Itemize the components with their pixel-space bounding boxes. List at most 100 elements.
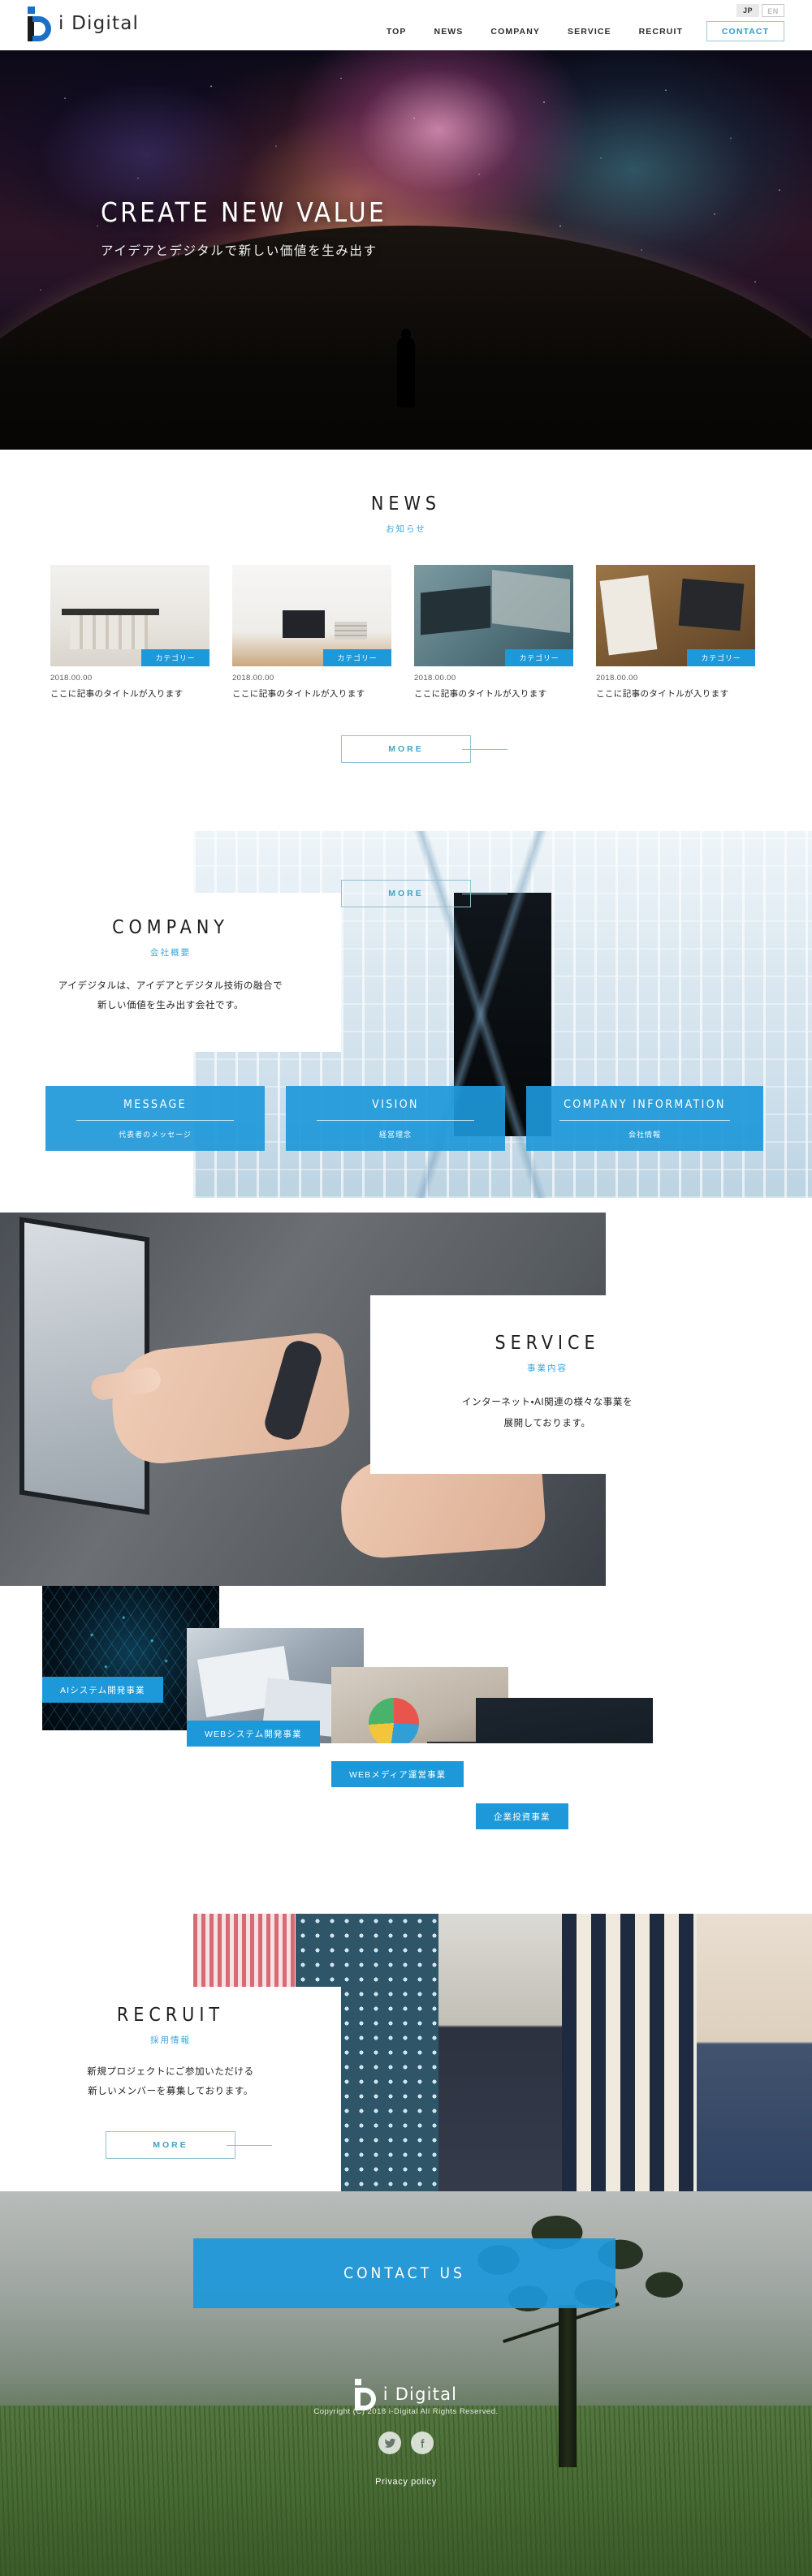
- recruit-text-card: RECRUIT 採用情報 新規プロジェクトにご参加いただける 新しいメンバーを募…: [0, 1987, 341, 2191]
- news-category-badge: カテゴリー: [687, 649, 755, 666]
- news-date: 2018.00.00: [232, 674, 274, 683]
- service-tile-web-media-label: WEBメディア運営事業: [331, 1761, 464, 1787]
- service-tile-investment-label: 企業投資事業: [476, 1803, 568, 1829]
- news-thumbnail[interactable]: カテゴリー: [596, 565, 755, 666]
- logo-text: i Digital: [58, 13, 140, 34]
- news-date: 2018.00.00: [50, 674, 93, 683]
- logo-dot-shape: [28, 6, 35, 14]
- lang-jp-button[interactable]: JP: [736, 4, 759, 17]
- logo-icon: [28, 6, 51, 41]
- company-button-message-en: MESSAGE: [123, 1097, 187, 1111]
- twitter-icon[interactable]: [378, 2432, 401, 2454]
- company-button-vision-en: VISION: [372, 1097, 419, 1111]
- service-description-line1: インターネット・AI関連の様々な事業を: [461, 1398, 633, 1407]
- recruit-heading-group: RECRUIT 採用情報: [0, 2005, 341, 2046]
- news-thumbnail[interactable]: カテゴリー: [414, 565, 573, 666]
- recruit-person-4: [562, 1914, 697, 2191]
- news-card[interactable]: カテゴリー 2018.00.00 ここに記事のタイトルが入ります: [50, 565, 209, 700]
- hero-title: CREATE NEW VALUE: [101, 196, 387, 228]
- company-button-information[interactable]: COMPANY INFORMATION 会社情報: [526, 1086, 763, 1151]
- nav-item-recruit[interactable]: RECRUIT: [625, 27, 697, 37]
- footer-logo-text: i Digital: [382, 2384, 458, 2404]
- site-header: i Digital JP EN TOP NEWS COMPANY SERVICE…: [0, 0, 812, 50]
- service-description-line2: 展開しております。: [503, 1418, 591, 1428]
- company-section: COMPANY 会社概要 アイデジタルは、アイデアとデジタル技術の融合で 新しい…: [0, 816, 812, 1198]
- service-tile-web-system-label: WEBシステム開発事業: [187, 1721, 320, 1747]
- facebook-icon[interactable]: [411, 2432, 434, 2454]
- primary-navigation[interactable]: TOP NEWS COMPANY SERVICE RECRUIT CONTACT: [373, 21, 784, 41]
- contact-us-button[interactable]: CONTACT US: [193, 2238, 615, 2308]
- company-button-vision-ja: 経営理念: [378, 1130, 412, 1139]
- nav-item-top[interactable]: TOP: [373, 27, 421, 37]
- copyright-text: Copyright (C) 2018 i-Digital All Rights …: [313, 2407, 499, 2416]
- hero-subtitle: アイデアとデジタルで新しい価値を生み出す: [101, 244, 378, 258]
- news-heading-group: NEWS お知らせ: [0, 493, 812, 535]
- news-more-button[interactable]: MORE: [341, 735, 508, 763]
- company-button-group: MESSAGE 代表者のメッセージ VISION 経営理念 COMPANY IN…: [45, 1086, 793, 1151]
- news-heading-ja: お知らせ: [386, 524, 426, 534]
- footer-logo[interactable]: i Digital: [0, 2378, 812, 2410]
- company-text-card: COMPANY 会社概要 アイデジタルは、アイデアとデジタル技術の融合で 新しい…: [0, 893, 341, 1052]
- company-description-line2: 新しい価値を生み出す会社です。: [97, 1000, 244, 1010]
- company-heading-group: COMPANY 会社概要: [0, 917, 341, 958]
- news-card[interactable]: カテゴリー 2018.00.00 ここに記事のタイトルが入ります: [414, 565, 573, 700]
- site-footer: i Digital Privacy policy: [0, 2378, 812, 2487]
- language-switcher[interactable]: JP EN: [736, 4, 784, 17]
- footer-logo-icon: [354, 2378, 376, 2410]
- news-date: 2018.00.00: [414, 674, 456, 683]
- recruit-person-5: [697, 1914, 812, 2191]
- privacy-policy-link[interactable]: Privacy policy: [0, 2477, 812, 2487]
- nav-item-company[interactable]: COMPANY: [477, 27, 554, 37]
- news-title[interactable]: ここに記事のタイトルが入ります: [50, 687, 209, 700]
- company-button-information-ja: 会社情報: [628, 1130, 661, 1139]
- hero-section: CREATE NEW VALUE アイデアとデジタルで新しい価値を生み出す: [0, 50, 812, 450]
- nav-item-service[interactable]: SERVICE: [554, 27, 625, 37]
- nav-item-news[interactable]: NEWS: [421, 27, 477, 37]
- lang-en-button[interactable]: EN: [762, 4, 784, 17]
- hero-copy: CREATE NEW VALUE アイデアとデジタルで新しい価値を生み出す: [101, 196, 387, 259]
- pie-chart-icon: [369, 1698, 419, 1748]
- divider: [559, 1119, 731, 1121]
- company-button-message-ja: 代表者のメッセージ: [119, 1130, 192, 1139]
- news-thumbnail[interactable]: カテゴリー: [50, 565, 209, 666]
- company-button-vision[interactable]: VISION 経営理念: [286, 1086, 505, 1151]
- service-more-button[interactable]: MORE: [341, 880, 508, 907]
- divider: [316, 1119, 475, 1121]
- recruit-heading-ja: 採用情報: [150, 2035, 191, 2045]
- news-thumbnail[interactable]: カテゴリー: [232, 565, 391, 666]
- company-button-message[interactable]: MESSAGE 代表者のメッセージ: [45, 1086, 265, 1151]
- news-title[interactable]: ここに記事のタイトルが入ります: [596, 687, 755, 700]
- recruit-person-3: [438, 1914, 562, 2191]
- service-heading-group: SERVICE 事業内容 インターネット・AI関連の様々な事業を 展開しておりま…: [370, 1333, 724, 1433]
- hero-silhouette: [397, 338, 415, 407]
- service-text-card: SERVICE 事業内容 インターネット・AI関連の様々な事業を 展開しておりま…: [370, 1295, 724, 1474]
- news-card[interactable]: カテゴリー 2018.00.00 ここに記事のタイトルが入ります: [232, 565, 391, 700]
- news-category-badge: カテゴリー: [323, 649, 391, 666]
- service-heading-ja: 事業内容: [527, 1363, 568, 1373]
- recruit-description-line2: 新しいメンバーを募集しております。: [88, 2086, 253, 2096]
- news-category-badge: カテゴリー: [141, 649, 209, 666]
- news-category-badge: カテゴリー: [505, 649, 573, 666]
- company-button-information-en: COMPANY INFORMATION: [564, 1097, 726, 1111]
- company-description: アイデジタルは、アイデアとデジタル技術の融合で 新しい価値を生み出す会社です。: [0, 977, 341, 1015]
- company-description-line1: アイデジタルは、アイデアとデジタル技術の融合で: [58, 981, 283, 991]
- news-card[interactable]: カテゴリー 2018.00.00 ここに記事のタイトルが入ります: [596, 565, 755, 700]
- site-logo[interactable]: i Digital: [28, 6, 139, 41]
- logo-bowl-shape: [32, 16, 51, 41]
- recruit-heading-en: RECRUIT: [116, 2005, 225, 2026]
- news-date: 2018.00.00: [596, 674, 638, 683]
- contact-button[interactable]: CONTACT: [706, 21, 784, 41]
- service-section: SERVICE 事業内容 インターネット・AI関連の様々な事業を 展開しておりま…: [0, 1198, 812, 1842]
- news-card-grid: カテゴリー 2018.00.00 ここに記事のタイトルが入ります カテゴリー 2…: [50, 565, 762, 700]
- recruit-more-button[interactable]: MORE: [106, 2131, 272, 2159]
- contact-footer-section: CONTACT US i Digital Privacy policy: [0, 2191, 812, 2576]
- service-tile-ai-label: AIシステム開発事業: [42, 1677, 163, 1703]
- homepage: i Digital JP EN TOP NEWS COMPANY SERVICE…: [0, 0, 812, 2576]
- news-section: NEWS お知らせ カテゴリー 2018.00.00 ここに記事のタイトルが入り…: [0, 450, 812, 774]
- news-title[interactable]: ここに記事のタイトルが入ります: [414, 687, 573, 700]
- service-heading-en: SERVICE: [495, 1333, 600, 1354]
- recruit-description-line1: 新規プロジェクトにご参加いただける: [87, 2067, 254, 2077]
- news-title[interactable]: ここに記事のタイトルが入ります: [232, 687, 391, 700]
- company-heading-en: COMPANY: [112, 917, 229, 938]
- company-heading-ja: 会社概要: [150, 948, 191, 958]
